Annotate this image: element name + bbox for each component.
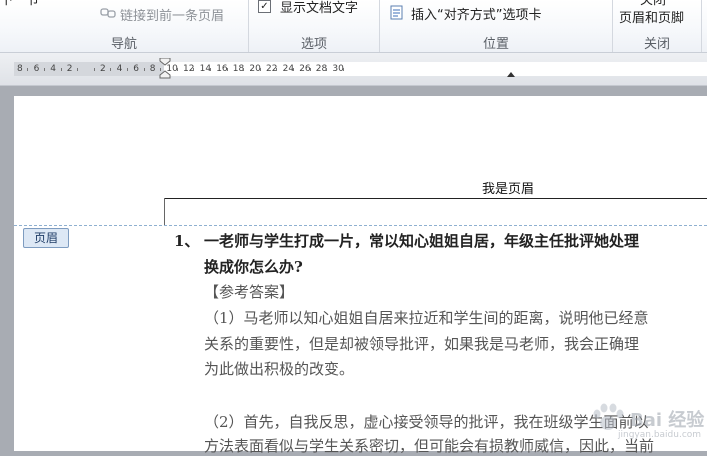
ruler-tick (27, 68, 29, 71)
header-text[interactable]: 我是页眉 (482, 178, 534, 197)
tab-stop-icon[interactable] (507, 71, 515, 77)
show-doc-text-checkbox[interactable]: ✓ (258, 0, 271, 13)
watermark-subtext: jingyan.baidu.com (618, 430, 702, 440)
link-icon (100, 8, 116, 18)
next-section-button-partial[interactable]: 下一节 (0, 0, 39, 8)
ruler-tick (259, 68, 261, 71)
horizontal-ruler[interactable]: 8 6 4 2 2 4 6 8 10 12 14 16 18 20 22 24 26 28 30 (14, 58, 707, 79)
answer-heading[interactable]: 【参考答案】 (204, 282, 294, 302)
link-previous-label[interactable]: 链接到前一条页眉 (120, 5, 224, 24)
ruler-tick (126, 68, 128, 71)
header-tag: 页眉 (23, 228, 69, 248)
close-header-footer-button[interactable]: 页眉和页脚 (619, 7, 684, 26)
ruler-tick (43, 68, 45, 71)
group-label-close: 关闭 (643, 37, 670, 52)
ruler-text-area (164, 62, 707, 76)
ruler-tick (193, 68, 195, 71)
ruler-label: 6 (33, 64, 40, 74)
ruler-label: 8 (17, 64, 23, 74)
ruler-label: 2 (100, 64, 106, 74)
ruler-tick (176, 68, 178, 71)
header-boundary-dashed (14, 225, 707, 226)
ruler-tick (309, 68, 311, 71)
insert-align-tab-button[interactable]: 插入“对齐方式”选项卡 (411, 4, 541, 23)
ruler-label: 8 (149, 64, 156, 74)
header-border-line (164, 198, 707, 199)
ruler-tick (342, 68, 344, 71)
ruler-tick (326, 68, 328, 71)
answer-p1-line-1[interactable]: （1）马老师以知心姐姐自居来拉近和学生间的距离，说明他已经意 (204, 308, 649, 328)
ruler-tick (209, 68, 211, 71)
ruler-tick (276, 68, 278, 71)
insert-align-tab-button-icon-wrap[interactable] (390, 5, 404, 20)
group-label-position: 位置 (482, 37, 509, 52)
answer-p1-line-3[interactable]: 为此做出积极的改变。 (204, 359, 354, 379)
link-previous-button[interactable] (100, 5, 117, 19)
watermark-text: Bai 经验 (630, 410, 705, 431)
baidu-watermark: Bai 经验 jingyan.baidu.com (560, 402, 704, 446)
margin-corner-mark (164, 198, 165, 225)
group-label-options: 选项 (300, 37, 327, 52)
ruler-tick (160, 68, 162, 71)
group-separator (701, 0, 702, 52)
baidu-paw-icon (593, 403, 624, 430)
ribbon: 下一节 链接到前一条页眉 导航 ✓ 显示文档文字 选项 插入“对齐方式”选项卡 … (0, 0, 707, 53)
question-line-1[interactable]: 一老师与学生打成一片，常以知心姐姐自居，年级主任批评她处理 (204, 231, 639, 251)
ruler-label: 6 (133, 64, 139, 74)
ruler-tick (93, 68, 95, 71)
answer-p1-line-2[interactable]: 关系的重要性，但是却被领导批评，如果我是马老师，我会正确理 (204, 334, 639, 354)
group-label-navigation: 导航 (110, 37, 137, 52)
ruler-label: 4 (116, 64, 123, 74)
ruler-tick (243, 68, 245, 71)
ruler-tick (60, 68, 62, 71)
ruler-tick (226, 68, 228, 71)
show-doc-text-label[interactable]: 显示文档文字 (280, 0, 358, 16)
document-page[interactable]: 我是页眉 页眉 1、 一老师与学生打成一片，常以知心姐姐自居，年级主任批评她处理… (14, 96, 707, 455)
ruler-tick (143, 68, 145, 71)
question-line-2[interactable]: 换成你怎么办? (204, 257, 303, 277)
ruler-tick (77, 68, 79, 71)
ruler-tick (110, 68, 112, 71)
ruler-label: 2 (66, 64, 73, 74)
ruler-tick (292, 68, 294, 71)
align-tab-icon (390, 5, 403, 20)
ruler-label: 4 (50, 64, 56, 74)
question-number: 1、 (174, 232, 200, 250)
